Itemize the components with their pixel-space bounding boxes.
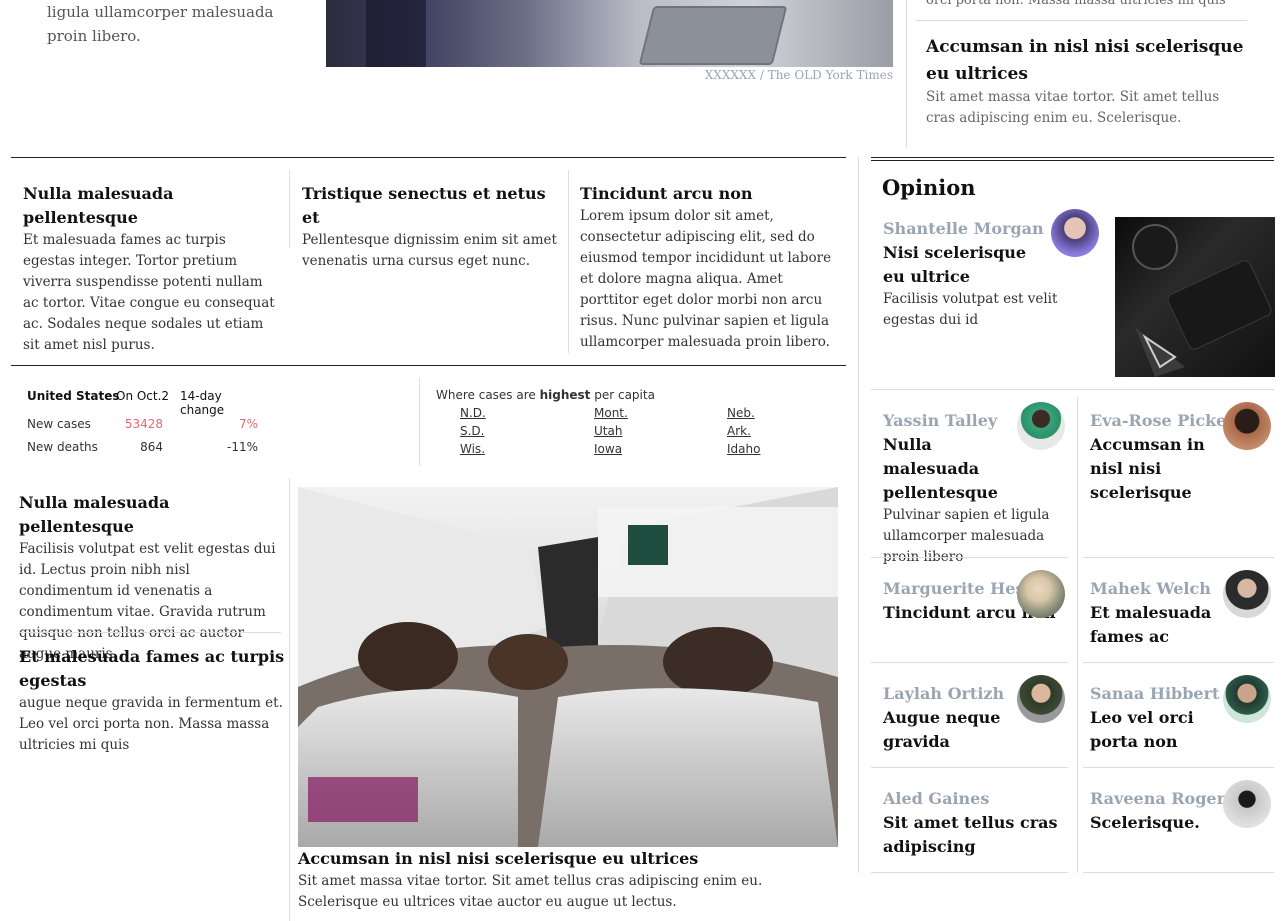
new-deaths-change: -11% (226, 440, 258, 454)
opinion-heading: Opinion (882, 175, 976, 200)
typewriter-illustration (1132, 224, 1272, 377)
article-3-title[interactable]: Tincidunt arcu non (580, 182, 838, 206)
avatar-eva-rose-pickett[interactable] (1223, 402, 1271, 450)
opinion-title[interactable]: Leo vel orci porta non (1090, 706, 1240, 754)
lower-article-1[interactable]: Nulla malesuada pellentesque Facilisis v… (19, 491, 283, 665)
top-left-paragraph: ligula ullamcorper malesuada proin liber… (47, 3, 274, 45)
article-3-body: Lorem ipsum dolor sit amet, consectetur … (580, 208, 832, 350)
airplane-cabin-photo[interactable] (298, 487, 838, 847)
opinion-title[interactable]: Accumsan in nisl nisi scelerisque (1090, 433, 1240, 505)
opinion-title[interactable]: Nulla malesuada pellentesque (883, 433, 1033, 505)
article-3[interactable]: Tincidunt arcu non Lorem ipsum dolor sit… (580, 182, 838, 353)
highest-bold: highest (539, 388, 591, 402)
opinion-body: Pulvinar sapien et ligula ullamcorper ma… (883, 507, 1050, 565)
state-link[interactable]: Ark. (727, 424, 751, 438)
lower-article-2[interactable]: Et malesuada fames ac turpis egestas aug… (19, 645, 285, 756)
article-2-title[interactable]: Tristique senectus et netus et (302, 182, 562, 230)
covid-col-country: United States (27, 389, 120, 403)
laptop-photo[interactable] (326, 0, 893, 67)
state-link[interactable]: Mont. (594, 406, 628, 420)
photo-caption: XXXXXX / The OLD York Times (704, 68, 893, 82)
new-deaths-label: New deaths (27, 440, 98, 454)
avatar-raveena-rogers[interactable] (1223, 780, 1271, 828)
states-grid: N.D. Mont. Neb. S.D. Utah Ark. Wis. Iowa… (460, 406, 860, 460)
opinion-author[interactable]: Aled Gaines (883, 787, 1063, 811)
state-link[interactable]: S.D. (460, 424, 485, 438)
new-deaths-value: 864 (140, 440, 163, 454)
article-2[interactable]: Tristique senectus et netus et Pellentes… (302, 182, 562, 272)
right-headline[interactable]: Accumsan in nisl nisi scelerisque eu ult… (926, 34, 1246, 88)
lower-article-1-title[interactable]: Nulla malesuada pellentesque (19, 491, 283, 539)
article-2-body: Pellentesque dignissim enim sit amet ven… (302, 232, 557, 269)
highest-prefix: Where cases are (436, 388, 540, 402)
article-1-title[interactable]: Nulla malesuada pellentesque (23, 182, 278, 230)
avatar-mahek-welch[interactable] (1223, 570, 1271, 618)
article-1-body: Et malesuada fames ac turpis egestas int… (23, 232, 275, 353)
avatar-yassin-talley[interactable] (1017, 402, 1065, 450)
state-link[interactable]: Wis. (460, 442, 485, 456)
state-link[interactable]: N.D. (460, 406, 486, 420)
new-cases-value: 53428 (124, 417, 163, 431)
opinion-lead-body: Facilisis volutpat est velit egestas dui… (883, 291, 1058, 328)
new-cases-change: 7% (238, 417, 258, 431)
opinion-item[interactable]: Aled Gaines Sit amet tellus cras adipisc… (883, 787, 1063, 859)
lower-article-2-body: augue neque gravida in fermentum et. Leo… (19, 695, 283, 753)
state-link[interactable]: Neb. (727, 406, 755, 420)
state-link[interactable]: Idaho (727, 442, 760, 456)
opinion-lead-title[interactable]: Nisi scelerisque eu ultrice (883, 241, 1053, 289)
new-cases-label: New cases (27, 417, 91, 431)
right-partial-text: orci porta non. Massa massa ultricies mi… (926, 0, 1226, 8)
highest-suffix: per capita (590, 388, 655, 402)
airplane-cabin-illustration (298, 487, 838, 847)
highest-per-capita-title: Where cases are highest per capita (436, 388, 655, 402)
covid-col-change: 14-day change (180, 389, 225, 417)
right-summary: Sit amet massa vitae tortor. Sit amet te… (926, 89, 1220, 126)
feature-title[interactable]: Accumsan in nisl nisi scelerisque eu ult… (298, 847, 838, 871)
lower-article-2-title[interactable]: Et malesuada fames ac turpis egestas (19, 645, 285, 693)
opinion-title[interactable]: Sit amet tellus cras adipiscing (883, 811, 1058, 859)
camera-photo[interactable] (1115, 217, 1275, 377)
feature-body: Sit amet massa vitae tortor. Sit amet te… (298, 873, 763, 910)
state-link[interactable]: Utah (594, 424, 622, 438)
avatar-marguerite-hester[interactable] (1017, 570, 1065, 618)
article-1[interactable]: Nulla malesuada pellentesque Et malesuad… (23, 182, 278, 356)
avatar-laylah-ortizh[interactable] (1017, 675, 1065, 723)
covid-table: United States On Oct.2 14-day change New… (27, 389, 267, 463)
covid-col-date: On Oct.2 (116, 389, 170, 403)
state-link[interactable]: Iowa (594, 442, 622, 456)
avatar-sanaa-hibbert[interactable] (1223, 675, 1271, 723)
avatar-shantelle-morgan[interactable] (1051, 209, 1099, 257)
